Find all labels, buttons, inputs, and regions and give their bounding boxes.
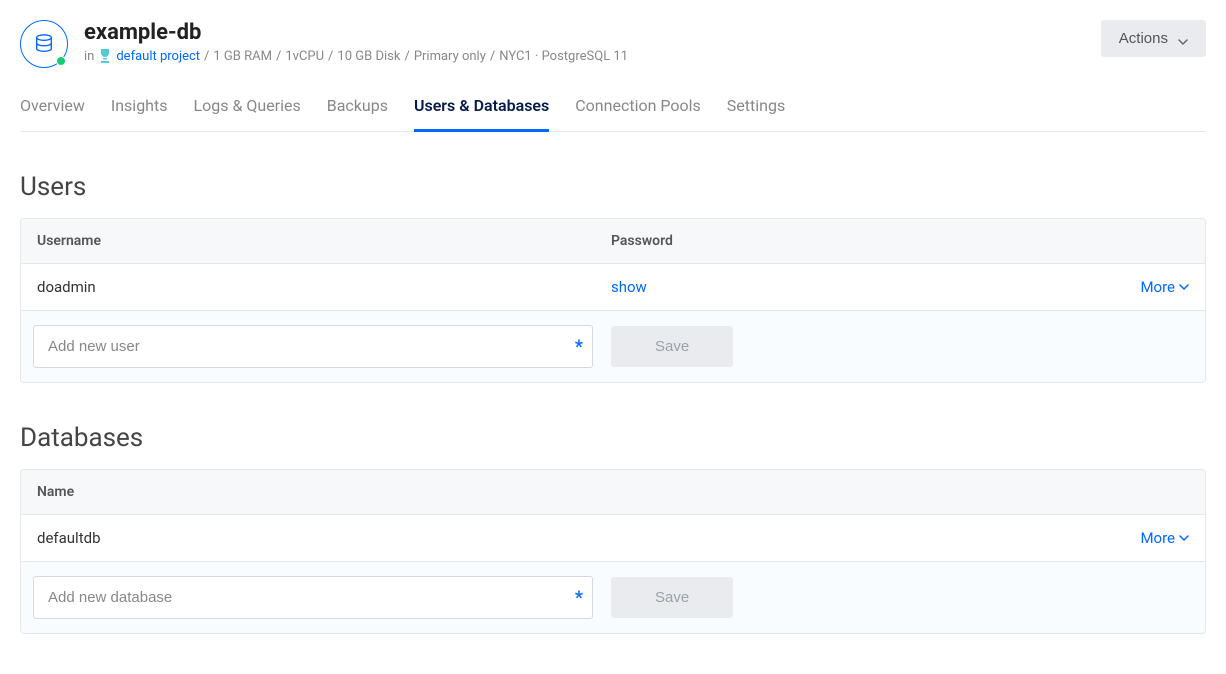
breadcrumb-in: in (84, 49, 94, 64)
save-database-button[interactable]: Save (611, 577, 733, 618)
chevron-down-icon (1179, 282, 1189, 292)
users-col-password: Password (611, 233, 1189, 249)
required-asterisk-icon: * (575, 587, 583, 608)
database-name: defaultdb (37, 529, 1129, 547)
page-header: example-db in default project / 1 GB RAM… (20, 20, 1206, 96)
tab-logs-queries[interactable]: Logs & Queries (193, 96, 300, 132)
more-label: More (1140, 529, 1175, 547)
spec-primary: Primary only (414, 49, 486, 64)
actions-button[interactable]: Actions (1101, 20, 1206, 57)
tab-backups[interactable]: Backups (327, 96, 388, 132)
show-password-link[interactable]: show (611, 278, 647, 296)
tab-users-databases[interactable]: Users & Databases (414, 96, 549, 132)
tab-overview[interactable]: Overview (20, 96, 85, 132)
add-user-input[interactable] (33, 325, 593, 368)
tab-settings[interactable]: Settings (727, 96, 785, 132)
add-database-input[interactable] (33, 576, 593, 619)
spec-cpu: 1vCPU (285, 49, 324, 64)
spec-disk: 10 GB Disk (337, 49, 400, 64)
required-asterisk-icon: * (575, 336, 583, 357)
table-row: defaultdb More (21, 515, 1205, 562)
tab-connection-pools[interactable]: Connection Pools (575, 96, 701, 132)
status-dot-icon (56, 56, 66, 66)
breadcrumb: in default project / 1 GB RAM / 1vCPU / (84, 47, 628, 65)
database-icon (20, 20, 68, 68)
users-section-title: Users (20, 172, 1206, 202)
save-user-button[interactable]: Save (611, 326, 733, 367)
users-panel: Username Password doadmin show More * Sa… (20, 218, 1206, 383)
databases-section-title: Databases (20, 423, 1206, 453)
project-link[interactable]: default project (116, 49, 200, 64)
databases-panel: Name defaultdb More * Save (20, 469, 1206, 634)
database-more-button[interactable]: More (1140, 529, 1189, 547)
user-more-button[interactable]: More (1140, 278, 1189, 296)
chevron-down-icon (1179, 533, 1189, 543)
project-icon (98, 47, 112, 65)
tab-insights[interactable]: Insights (111, 96, 168, 132)
actions-label: Actions (1119, 30, 1168, 47)
users-col-username: Username (37, 233, 611, 249)
user-username: doadmin (37, 278, 611, 296)
spec-ram: 1 GB RAM (213, 49, 272, 64)
database-title: example-db (84, 20, 628, 45)
databases-col-name: Name (37, 484, 1189, 500)
table-row: doadmin show More (21, 264, 1205, 311)
tabs-bar: Overview Insights Logs & Queries Backups… (20, 96, 1206, 132)
more-label: More (1140, 278, 1175, 296)
spec-region-engine: NYC1 · PostgreSQL 11 (499, 49, 628, 64)
chevron-down-icon (1178, 34, 1188, 44)
